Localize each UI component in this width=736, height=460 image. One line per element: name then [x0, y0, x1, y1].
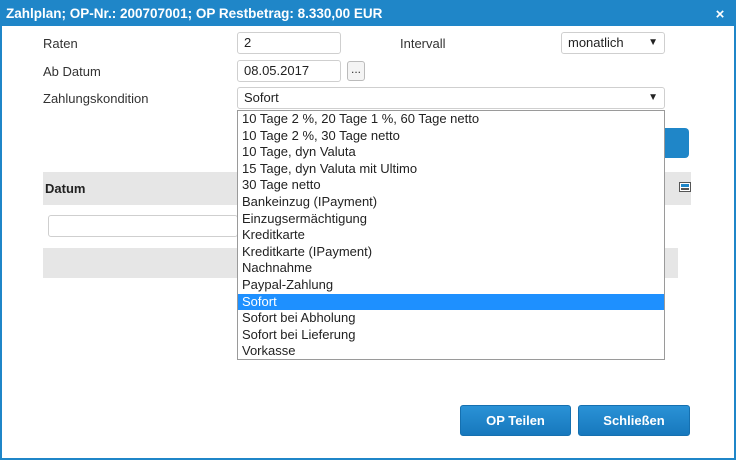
ab-datum-label: Ab Datum [43, 64, 101, 79]
dropdown-option[interactable]: 15 Tage, dyn Valuta mit Ultimo [238, 161, 664, 178]
dropdown-option[interactable]: 30 Tage netto [238, 177, 664, 194]
grid-filter-input[interactable] [48, 215, 238, 237]
dropdown-option[interactable]: Vorkasse [238, 343, 664, 360]
dropdown-option[interactable]: Sofort bei Abholung [238, 310, 664, 327]
dropdown-option[interactable]: Paypal-Zahlung [238, 277, 664, 294]
dropdown-option[interactable]: Sofort bei Lieferung [238, 327, 664, 344]
dropdown-option[interactable]: Einzugsermächtigung [238, 211, 664, 228]
zahlungskondition-dropdown-list: 10 Tage 2 %, 20 Tage 1 %, 60 Tage netto 1… [237, 110, 665, 360]
hidden-action-button[interactable] [664, 128, 689, 158]
column-header-datum[interactable]: Datum [45, 172, 85, 205]
dropdown-option[interactable]: Sofort [238, 293, 664, 311]
dropdown-option[interactable]: 10 Tage 2 %, 20 Tage 1 %, 60 Tage netto [238, 111, 664, 128]
intervall-value: monatlich [568, 35, 624, 50]
zahlungskondition-select[interactable]: Sofort ▼ [237, 87, 665, 109]
zahlungskondition-label: Zahlungskondition [43, 91, 149, 106]
dropdown-option[interactable]: Nachnahme [238, 260, 664, 277]
column-chooser-icon[interactable] [679, 182, 691, 192]
dialog-title: Zahlplan; OP-Nr.: 200707001; OP Restbetr… [6, 6, 383, 21]
raten-input[interactable]: 2 [237, 32, 341, 54]
intervall-select[interactable]: monatlich ▼ [561, 32, 665, 54]
chevron-down-icon: ▼ [648, 92, 658, 103]
dropdown-option[interactable]: Kreditkarte [238, 227, 664, 244]
dropdown-option[interactable]: 10 Tage, dyn Valuta [238, 144, 664, 161]
zahlungskondition-value: Sofort [244, 90, 279, 105]
dropdown-option[interactable]: Bankeinzug (IPayment) [238, 194, 664, 211]
dropdown-option[interactable]: 10 Tage 2 %, 30 Tage netto [238, 128, 664, 145]
date-picker-button[interactable]: ... [347, 61, 365, 81]
schliessen-button[interactable]: Schließen [578, 405, 690, 436]
ab-datum-input[interactable]: 08.05.2017 [237, 60, 341, 82]
op-teilen-button[interactable]: OP Teilen [460, 405, 571, 436]
dropdown-option[interactable]: Kreditkarte (IPayment) [238, 244, 664, 261]
raten-label: Raten [43, 36, 78, 51]
chevron-down-icon: ▼ [648, 37, 658, 48]
intervall-label: Intervall [400, 36, 446, 51]
close-icon[interactable]: × [712, 2, 728, 26]
dialog-titlebar: Zahlplan; OP-Nr.: 200707001; OP Restbetr… [2, 2, 734, 26]
